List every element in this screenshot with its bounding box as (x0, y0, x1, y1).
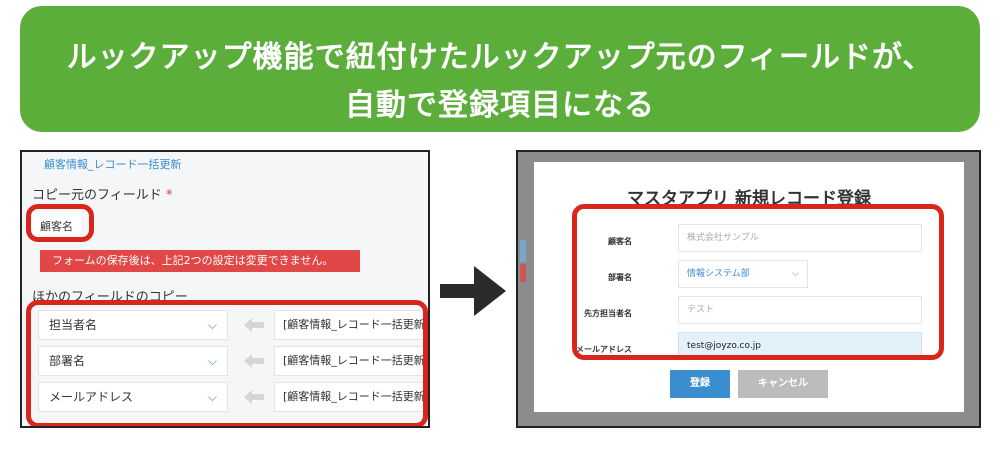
highlight-copy-source (26, 204, 94, 242)
cancel-button[interactable]: キャンセル (738, 370, 828, 398)
copy-source-label: コピー元のフィールド * (32, 184, 172, 203)
headline-banner: ルックアップ機能で紐付けたルックアップ元のフィールドが、 自動で登録項目になる (20, 6, 980, 132)
copy-source-label-text: コピー元のフィールド (32, 188, 162, 203)
lookup-settings-panel: 顧客情報_レコード一括更新 コピー元のフィールド * 顧客名 フォームの保存後は… (20, 150, 430, 428)
background-element (520, 264, 526, 282)
required-mark: * (165, 188, 173, 203)
background-element (520, 240, 526, 262)
save-button[interactable]: 登録 (670, 370, 730, 398)
right-arrow-icon (440, 266, 506, 320)
headline-line-2: 自動で登録項目になる (345, 88, 655, 123)
settings-warning: フォームの保存後は、上記2つの設定は変更できません。 (40, 250, 360, 272)
source-app-link[interactable]: 顧客情報_レコード一括更新 (44, 156, 182, 172)
highlight-mappings (26, 300, 428, 426)
headline-line-1: ルックアップ機能で紐付けたルックアップ元のフィールドが、 (66, 40, 934, 75)
highlight-dialog-fields (572, 204, 944, 360)
new-record-screen: マスタアプリ 新規レコード登録 顧客名 株式会社サンプル 部署名 情報システム部… (516, 150, 981, 428)
